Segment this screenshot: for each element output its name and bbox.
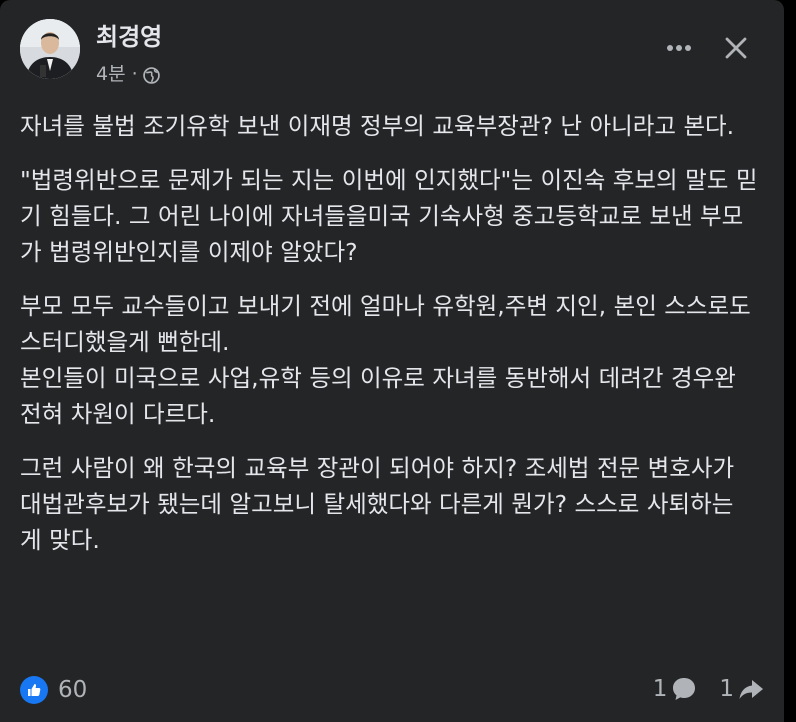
close-button[interactable] <box>716 28 756 68</box>
engagement-counts: 1 1 <box>631 676 764 702</box>
meta-separator: · <box>131 63 138 85</box>
post-card: 최경영 4분 · 자녀를 불법 조기유학 보낸 이재명 정부의 교육부장관? 난… <box>0 0 784 722</box>
post-paragraph: "법령위반으로 문제가 되는 지는 이번에 인지했다"는 이진숙 후보의 말도 … <box>20 166 758 266</box>
author-name[interactable]: 최경영 <box>96 21 162 53</box>
comment-count: 1 <box>652 676 668 702</box>
globe-icon <box>142 66 160 84</box>
post-meta: 4분 · <box>96 62 160 86</box>
post-body: 자녀를 불법 조기유학 보낸 이재명 정부의 교육부장관? 난 아니라고 본다.… <box>20 108 760 576</box>
post-paragraph: 자녀를 불법 조기유학 보낸 이재명 정부의 교육부장관? 난 아니라고 본다. <box>20 112 735 140</box>
thumbs-up-icon <box>20 676 48 704</box>
more-horizontal-icon <box>667 45 691 51</box>
post-paragraph: 부모 모두 교수들이고 보내기 전에 얼마나 유학원,주변 지인, 본인 스스로… <box>20 292 751 428</box>
comment-count-button[interactable]: 1 <box>653 676 698 702</box>
close-icon <box>725 37 747 59</box>
share-count: 1 <box>719 676 734 702</box>
post-paragraph: 그런 사람이 왜 한국의 교육부 장관이 되어야 하지? 조세법 전문 변호사가… <box>20 454 735 554</box>
more-options-button[interactable] <box>660 30 698 66</box>
avatar[interactable] <box>20 19 80 79</box>
share-icon <box>739 680 763 699</box>
timestamp[interactable]: 4분 <box>96 62 126 86</box>
profile-photo <box>20 19 80 79</box>
like-count: 60 <box>58 677 88 703</box>
share-count-button[interactable]: 1 <box>719 676 764 702</box>
reactions-summary[interactable]: 60 <box>20 676 87 704</box>
comment-icon <box>673 678 696 700</box>
